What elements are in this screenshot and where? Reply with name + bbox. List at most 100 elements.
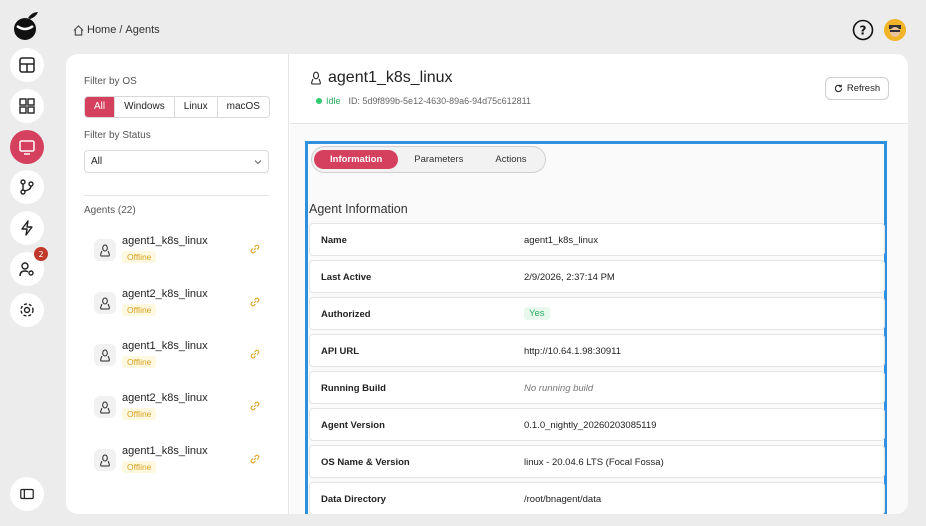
authorized-badge: Yes [524, 307, 550, 320]
agent-status-badge: Offline [122, 461, 157, 473]
triggers-nav-button[interactable] [10, 211, 44, 245]
agent-name: agent2_k8s_linux [122, 288, 208, 300]
section-title: Agent Information [309, 202, 408, 216]
refresh-button[interactable]: Refresh [825, 77, 889, 100]
agents-nav-button[interactable] [10, 130, 44, 164]
collapse-sidebar-button[interactable] [10, 477, 44, 511]
agent-id: ID: 5d9f899b-5e12-4630-89a6-94d75c612811 [348, 96, 531, 106]
app-logo-icon[interactable] [11, 10, 41, 42]
agent-list-item[interactable]: agent1_k8s_linux Offline [84, 445, 269, 485]
info-row: Last Active 2/9/2026, 2:37:14 PM [309, 260, 885, 293]
linux-icon [94, 239, 116, 261]
info-row: API URL http://10.64.1.98:30911 [309, 334, 885, 367]
info-key: Last Active [321, 272, 372, 283]
link-icon[interactable] [249, 243, 261, 255]
filter-divider [84, 195, 269, 196]
info-value: http://10.64.1.98:30911 [524, 346, 622, 357]
info-value: agent1_k8s_linux [524, 235, 598, 246]
info-key: API URL [321, 346, 359, 357]
link-icon[interactable] [249, 400, 261, 412]
agent-status-badge: Offline [122, 251, 157, 263]
user-settings-icon [19, 262, 34, 277]
pipelines-nav-button[interactable] [10, 170, 44, 204]
linux-icon [94, 344, 116, 366]
agent-name: agent1_k8s_linux [122, 340, 208, 352]
agent-name: agent2_k8s_linux [122, 392, 208, 404]
agent-meta: Idle ID: 5d9f899b-5e12-4630-89a6-94d75c6… [316, 96, 531, 106]
tab-parameters[interactable]: Parameters [398, 150, 479, 169]
info-row: OS Name & Version linux - 20.04.6 LTS (Fo… [309, 445, 885, 478]
agent-status-badge: Offline [122, 356, 157, 368]
agent-info-region: Information Parameters Actions Agent Inf… [305, 141, 887, 514]
agent-list-item[interactable]: agent1_k8s_linux Offline [84, 235, 269, 275]
breadcrumb-home-link[interactable]: Home [87, 24, 116, 36]
refresh-label: Refresh [846, 83, 881, 94]
info-row: Name agent1_k8s_linux [309, 223, 885, 256]
breadcrumb: Home / Agents [73, 24, 160, 36]
info-value: /root/bnagent/data [524, 494, 602, 505]
agent-list-item[interactable]: agent2_k8s_linux Offline [84, 288, 269, 328]
svg-text:?: ? [860, 24, 867, 38]
detail-tabs: Information Parameters Actions [311, 146, 546, 173]
status-filter-label: Filter by Status [84, 130, 151, 141]
linux-icon [311, 71, 321, 85]
info-value: 0.1.0_nightly_20260203085119 [524, 420, 657, 431]
os-filter-linux[interactable]: Linux [175, 97, 218, 117]
agent-detail-header: agent1_k8s_linux Idle ID: 5d9f899b-5e12-… [290, 54, 908, 124]
link-icon[interactable] [249, 296, 261, 308]
top-bar: Home / Agents ? [52, 0, 926, 56]
settings-nav-button[interactable] [10, 293, 44, 327]
info-key: OS Name & Version [321, 457, 410, 468]
os-filter-windows[interactable]: Windows [115, 97, 175, 117]
os-filter-macos[interactable]: macOS [218, 97, 269, 117]
dashboard-nav-button[interactable] [10, 48, 44, 82]
chevron-down-icon [254, 160, 262, 165]
linux-icon [94, 449, 116, 471]
info-value: No running build [524, 383, 594, 394]
agent-name: agent1_k8s_linux [122, 445, 208, 457]
link-icon[interactable] [249, 453, 261, 465]
help-icon[interactable]: ? [852, 19, 874, 41]
agent-name: agent1_k8s_linux [122, 235, 208, 247]
agent-list-item[interactable]: agent2_k8s_linux Offline [84, 392, 269, 432]
link-icon[interactable] [249, 348, 261, 360]
info-row: Agent Version 0.1.0_nightly_2026020308511… [309, 408, 885, 441]
agent-state: Idle [316, 96, 341, 106]
projects-nav-button[interactable] [10, 89, 44, 123]
user-avatar[interactable] [884, 19, 906, 41]
layout-icon [19, 57, 35, 73]
agent-status-badge: Offline [122, 408, 157, 420]
info-key: Authorized [321, 309, 371, 320]
agent-filter-sidebar: Filter by OS All Windows Linux macOS Fil… [66, 54, 289, 514]
info-key: Running Build [321, 383, 386, 394]
info-value: 2/9/2026, 2:37:14 PM [524, 272, 615, 283]
agent-detail-pane: agent1_k8s_linux Idle ID: 5d9f899b-5e12-… [290, 54, 908, 514]
tab-information[interactable]: Information [314, 150, 399, 169]
grid-icon [19, 98, 35, 114]
home-icon [73, 24, 84, 36]
notification-badge: 2 [34, 247, 48, 261]
status-filter-value: All [91, 156, 103, 167]
agent-status-badge: Offline [122, 304, 157, 316]
git-branch-icon [20, 179, 34, 195]
agent-list-item[interactable]: agent1_k8s_linux Offline [84, 340, 269, 380]
breadcrumb-current: Agents [125, 24, 160, 36]
agent-title-text: agent1_k8s_linux [328, 69, 453, 86]
info-key: Name [321, 235, 347, 246]
sidebar-toggle-icon [20, 488, 34, 500]
agents-count-heading: Agents (22) [84, 205, 136, 216]
os-filter-label: Filter by OS [84, 76, 137, 87]
tab-actions[interactable]: Actions [479, 150, 542, 169]
os-filter-all[interactable]: All [85, 97, 116, 117]
agent-title: agent1_k8s_linux [310, 69, 453, 87]
status-filter-select[interactable]: All [84, 150, 269, 173]
refresh-icon [834, 84, 843, 93]
agent-info-list: Name agent1_k8s_linux Last Active 2/9/2026… [309, 223, 885, 514]
os-filter-segmented: All Windows Linux macOS [84, 96, 270, 118]
status-dot-icon [316, 98, 322, 104]
users-nav-button[interactable]: 2 [10, 247, 48, 286]
linux-icon [94, 292, 116, 314]
lightning-icon [21, 220, 33, 236]
monitor-icon [19, 140, 35, 155]
nav-rail: 2 [0, 0, 52, 526]
